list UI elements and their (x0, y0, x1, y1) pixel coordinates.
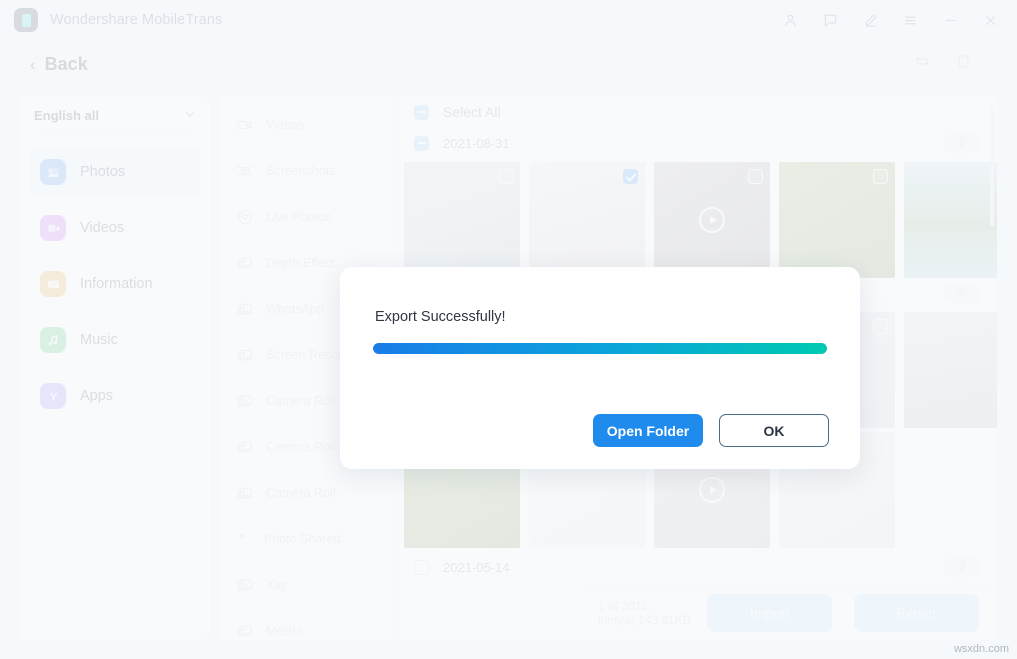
progress-bar (373, 343, 827, 354)
export-success-dialog: Export Successfully! Open Folder OK (340, 267, 860, 469)
ok-button[interactable]: OK (719, 414, 829, 447)
progress-bar-fill (373, 343, 827, 354)
app-window: Wondershare MobileTrans (0, 0, 1017, 659)
watermark: wsxdn.com (954, 643, 1009, 655)
dialog-actions: Open Folder OK (593, 414, 829, 447)
dialog-message: Export Successfully! (375, 309, 506, 325)
open-folder-button[interactable]: Open Folder (593, 414, 703, 447)
